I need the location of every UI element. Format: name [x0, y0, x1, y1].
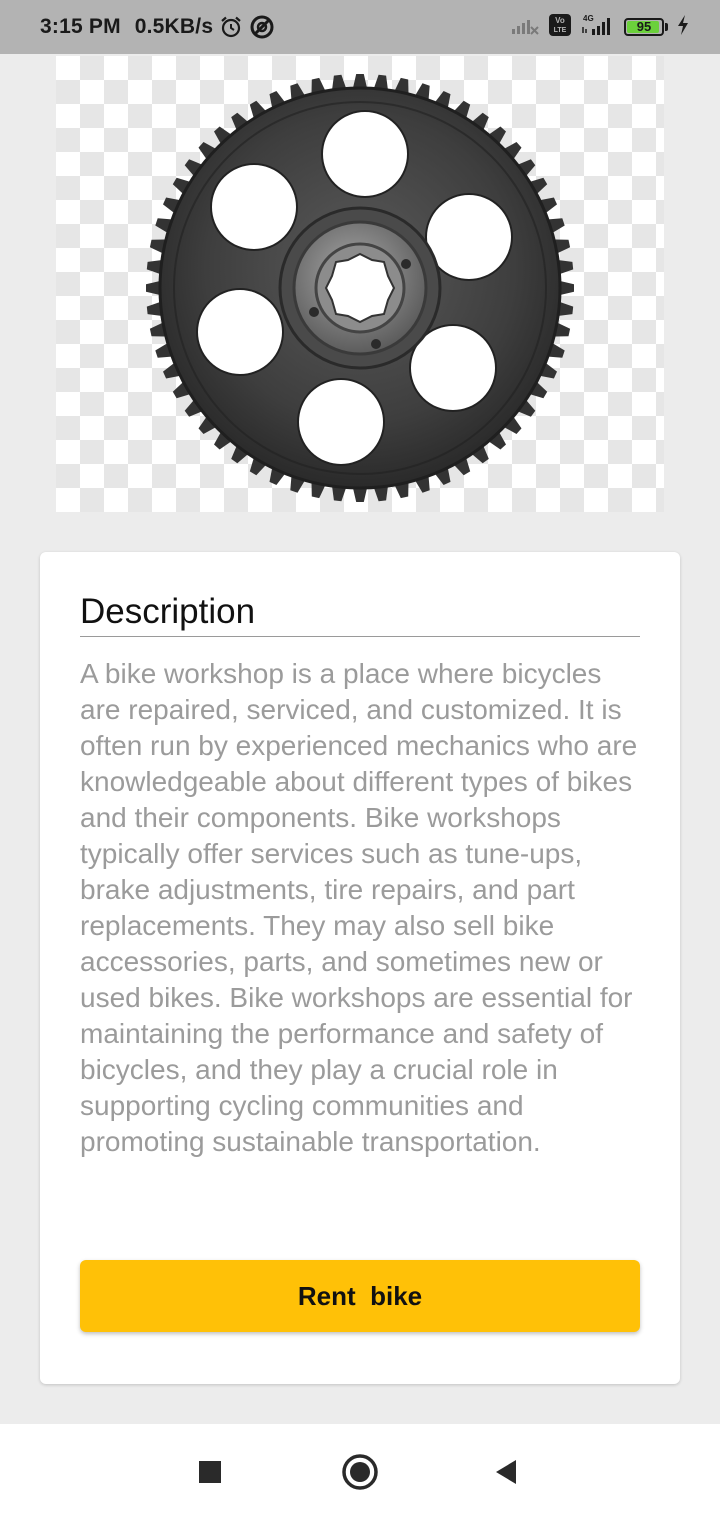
status-right: Vo LTE 4G 95: [510, 0, 690, 54]
navigation-bar: [0, 1424, 720, 1520]
home-icon[interactable]: [336, 1448, 384, 1496]
status-bar: 3:15 PM 0.5KB/s Vo LTE 4G 95: [0, 0, 720, 54]
rent-bike-button[interactable]: Rent bike: [80, 1260, 640, 1332]
status-time: 3:15 PM: [40, 15, 121, 38]
svg-text:4G: 4G: [583, 14, 594, 23]
svg-text:Vo: Vo: [555, 16, 565, 25]
battery-icon: 95: [624, 18, 668, 36]
signal-icon: [510, 14, 540, 41]
svg-text:LTE: LTE: [554, 27, 567, 34]
description-text: A bike workshop is a place where bicycle…: [80, 658, 638, 1157]
recent-apps-icon[interactable]: [186, 1448, 234, 1496]
back-icon[interactable]: [482, 1448, 530, 1496]
charging-icon: [676, 14, 690, 41]
signal-4g-icon: 4G: [580, 13, 616, 42]
gear-image: [56, 56, 664, 512]
network-speed: 0.5KB/s: [134, 15, 214, 38]
vpn-icon: [249, 14, 275, 40]
alarm-icon: [219, 15, 243, 39]
status-left: 3:15 PM 0.5KB/s: [40, 0, 275, 54]
gear-icon: [146, 74, 574, 502]
volte-icon: Vo LTE: [548, 13, 572, 42]
battery-level: 95: [636, 19, 652, 34]
description-card: Description A bike workshop is a place w…: [40, 552, 680, 1384]
description-title: Description: [80, 592, 640, 637]
